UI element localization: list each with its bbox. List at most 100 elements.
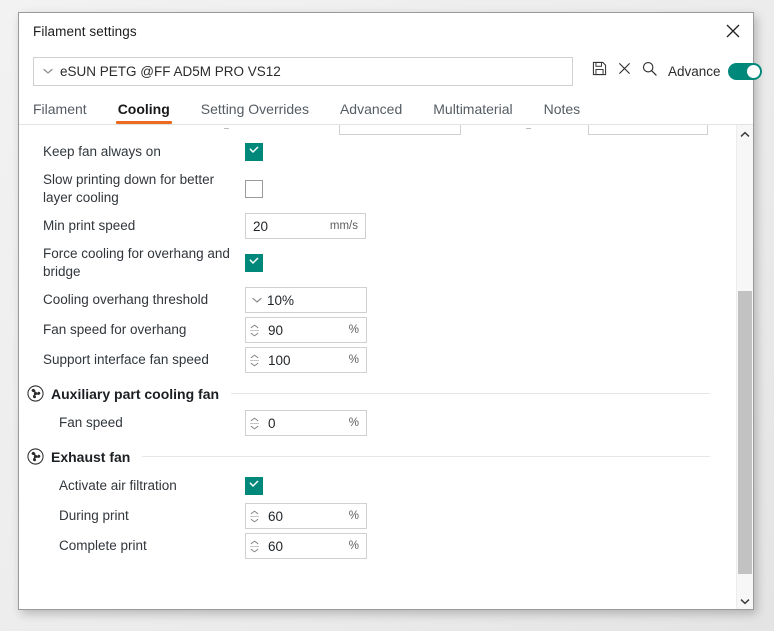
clipped-field-1[interactable] — [339, 125, 461, 135]
label-support-interface-fan-speed: Support interface fan speed — [43, 351, 209, 367]
preset-value: eSUN PETG @FF AD5M PRO VS12 — [60, 63, 281, 79]
save-floppy-icon — [592, 61, 607, 81]
preset-select[interactable]: eSUN PETG @FF AD5M PRO VS12 — [33, 56, 573, 86]
spinner-fan-speed-for-overhang[interactable] — [246, 318, 261, 342]
spinner-auxiliary-fan-speed[interactable] — [246, 411, 261, 435]
chevron-down-icon — [250, 518, 259, 522]
checkbox-force-cooling-overhang[interactable] — [245, 254, 263, 272]
tab-notes[interactable]: Notes — [544, 101, 581, 124]
tab-cooling[interactable]: Cooling — [115, 101, 172, 124]
chevron-up-icon — [250, 354, 259, 358]
chevron-down-icon — [251, 294, 263, 306]
section-divider — [142, 456, 710, 457]
chevron-down-icon — [740, 592, 750, 610]
row-complete-print: Complete print 60 % — [43, 531, 724, 561]
label-min-print-speed: Min print speed — [43, 217, 136, 233]
tab-filament[interactable]: Filament — [33, 101, 87, 124]
delete-preset-button[interactable] — [612, 58, 637, 84]
clipped-field-2[interactable] — [588, 125, 708, 135]
row-during-print: During print 60 % — [43, 501, 724, 531]
chevron-down-icon — [42, 65, 54, 77]
label-complete-print: Complete print — [59, 537, 147, 553]
checkbox-slow-printing-down[interactable] — [245, 180, 263, 198]
advance-mode-toggle[interactable] — [727, 62, 762, 80]
unit-fan-speed-for-overhang: % — [348, 324, 359, 336]
row-min-print-speed: Min print speed 20 mm/s — [43, 211, 724, 241]
spinner-complete-print[interactable] — [246, 534, 261, 558]
value-cooling-overhang-threshold: 10% — [267, 292, 295, 308]
unit-min-print-speed: mm/s — [329, 220, 358, 232]
chevron-up-icon — [250, 510, 259, 514]
window-close-button[interactable] — [713, 13, 753, 49]
section-title-auxiliary: Auxiliary part cooling fan — [51, 385, 220, 402]
row-fan-speed-for-overhang: Fan speed for overhang 90 % — [43, 315, 724, 345]
check-icon — [248, 254, 260, 272]
row-keep-fan-always-on: Keep fan always on — [43, 137, 724, 167]
preset-toolbar: eSUN PETG @FF AD5M PRO VS12 Advance — [19, 49, 762, 93]
chevron-down-icon — [250, 548, 259, 552]
spinner-during-print[interactable] — [246, 504, 261, 528]
checkbox-keep-fan-always-on[interactable] — [245, 143, 263, 161]
input-during-print[interactable]: 60 % — [245, 503, 367, 529]
value-min-print-speed: 20 — [253, 218, 269, 234]
unit-support-interface-fan-speed: % — [348, 354, 359, 366]
vertical-scrollbar[interactable] — [736, 125, 753, 609]
value-support-interface-fan-speed: 100 — [268, 352, 291, 368]
save-preset-button[interactable] — [587, 58, 612, 84]
spinner-divider — [250, 515, 259, 517]
section-divider — [231, 393, 710, 394]
preset-actions: Advance — [587, 58, 762, 84]
tab-setting-overrides[interactable]: Setting Overrides — [201, 101, 309, 124]
scroll-down-button[interactable] — [737, 592, 753, 609]
chevron-up-icon — [250, 540, 259, 544]
value-fan-speed-for-overhang: 90 — [268, 322, 284, 338]
chevron-up-icon — [250, 324, 259, 328]
scroll-up-button[interactable] — [737, 125, 753, 142]
row-force-cooling-overhang: Force cooling for overhang and bridge — [43, 241, 724, 285]
spinner-divider — [250, 545, 259, 547]
close-x-icon — [618, 62, 631, 80]
input-fan-speed-for-overhang[interactable]: 90 % — [245, 317, 367, 343]
select-cooling-overhang-threshold[interactable]: 10% — [245, 287, 367, 313]
chevron-down-icon — [250, 425, 259, 429]
scrollbar-thumb[interactable] — [738, 290, 752, 574]
filament-settings-dialog: Filament settings eSUN PETG @FF AD5M PRO… — [18, 12, 762, 610]
checkbox-activate-air-filtration[interactable] — [245, 477, 263, 495]
row-cooling-overhang-threshold: Cooling overhang threshold 10% — [43, 285, 724, 315]
unit-complete-print: % — [348, 540, 359, 552]
chevron-down-icon — [250, 362, 259, 366]
input-auxiliary-fan-speed[interactable]: 0 % — [245, 410, 367, 436]
label-fan-speed-for-overhang: Fan speed for overhang — [43, 321, 187, 337]
value-during-print: 60 — [268, 508, 284, 524]
tab-advanced[interactable]: Advanced — [340, 101, 402, 124]
row-slow-printing-down: Slow printing down for better layer cool… — [43, 167, 724, 211]
dialog-titlebar: Filament settings — [19, 13, 753, 49]
unit-auxiliary-fan-speed: % — [348, 417, 359, 429]
row-auxiliary-fan-speed: Fan speed 0 % — [43, 408, 724, 438]
dialog-title: Filament settings — [33, 23, 137, 39]
section-exhaust-fan: Exhaust fan — [27, 448, 724, 465]
fan-icon — [27, 385, 44, 402]
check-icon — [248, 143, 260, 161]
input-min-print-speed[interactable]: 20 mm/s — [245, 213, 366, 239]
advance-label: Advance — [668, 63, 721, 79]
input-support-interface-fan-speed[interactable]: 100 % — [245, 347, 367, 373]
label-during-print: During print — [59, 507, 129, 523]
input-complete-print[interactable]: 60 % — [245, 533, 367, 559]
value-auxiliary-fan-speed: 0 — [268, 415, 276, 431]
spinner-support-interface-fan-speed[interactable] — [246, 348, 261, 372]
scrollbar-track[interactable] — [737, 142, 753, 592]
label-force-cooling-overhang: Force cooling for overhang and bridge — [43, 245, 230, 279]
toggle-knob — [746, 64, 760, 78]
search-magnifier-icon — [642, 61, 657, 81]
chevron-up-icon — [740, 125, 750, 143]
label-slow-printing-down: Slow printing down for better layer cool… — [43, 171, 215, 205]
label-keep-fan-always-on: Keep fan always on — [43, 143, 161, 159]
label-auxiliary-fan-speed: Fan speed — [59, 414, 123, 430]
tab-multimaterial[interactable]: Multimaterial — [433, 101, 512, 124]
settings-scroll-area: Keep fan always on Slow printing down fo… — [19, 125, 736, 609]
label-cooling-overhang-threshold: Cooling overhang threshold — [43, 291, 209, 307]
unit-during-print: % — [348, 510, 359, 522]
search-button[interactable] — [637, 58, 662, 84]
close-x-icon — [726, 24, 740, 38]
